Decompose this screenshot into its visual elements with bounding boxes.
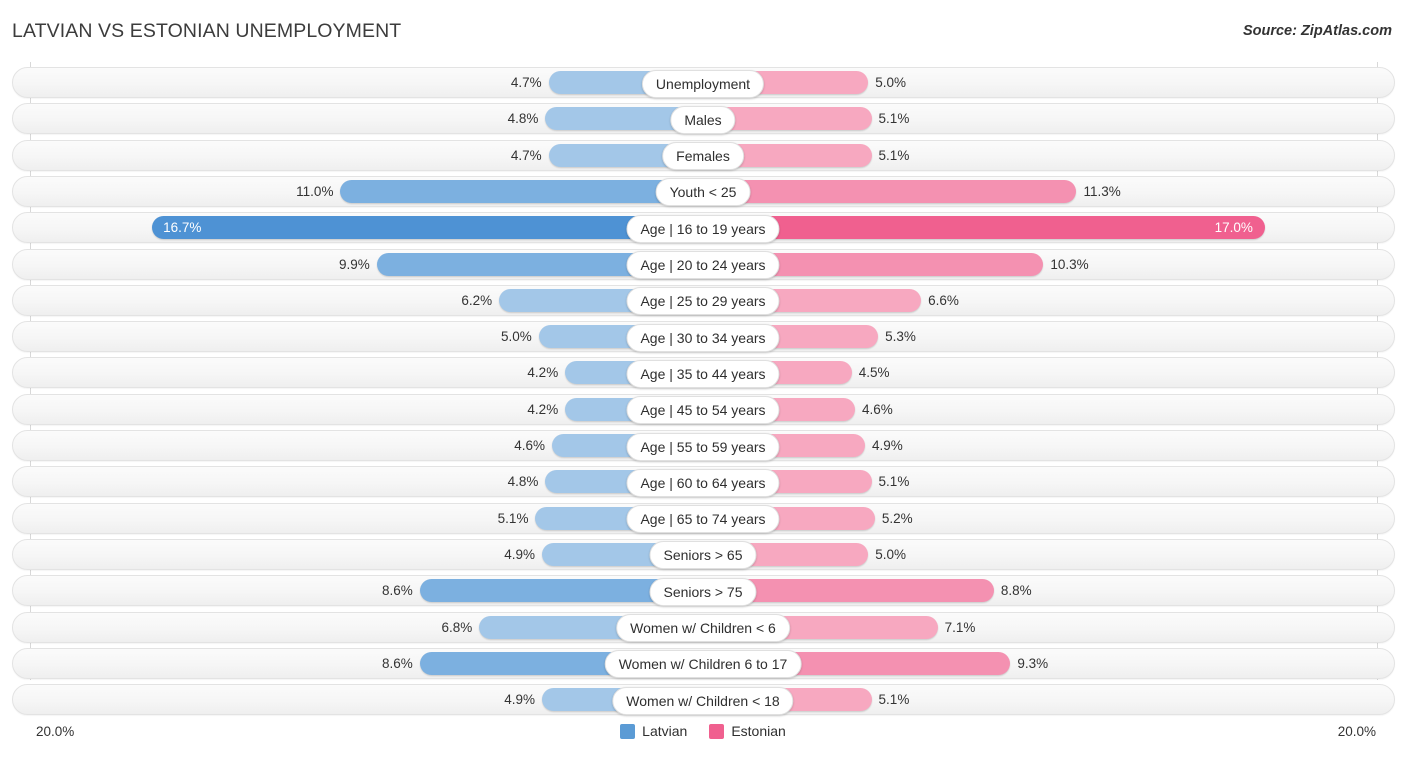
page-title: LATVIAN VS ESTONIAN UNEMPLOYMENT (12, 20, 402, 42)
chart-row: 6.2% 6.6% Age | 25 to 29 years (12, 284, 1395, 316)
row-label-pill: Age | 55 to 59 years (626, 432, 780, 461)
value-label-estonian: 9.3% (1017, 655, 1049, 671)
legend-swatch-estonian (709, 723, 725, 739)
row-label-pill: Women w/ Children 6 to 17 (604, 650, 802, 679)
value-label-latvian: 4.2% (527, 365, 559, 381)
chart-row: 4.2% 4.6% Age | 45 to 54 years (12, 393, 1395, 425)
value-label-estonian: 7.1% (944, 619, 976, 635)
value-label-latvian: 6.2% (461, 292, 493, 308)
bar-latvian (340, 179, 704, 203)
value-label-latvian: 8.6% (382, 655, 413, 671)
row-label-pill: Age | 20 to 24 years (626, 251, 780, 279)
chart-legend: Latvian Estonian (0, 723, 1406, 739)
chart-row: 4.8% 5.1% Males (12, 103, 1395, 135)
chart-row: 11.0% 11.3% Youth < 25 (12, 175, 1395, 207)
value-label-estonian: 5.1% (878, 147, 910, 163)
chart-row: 4.7% 5.0% Unemployment (12, 67, 1395, 98)
value-label-latvian: 4.7% (510, 75, 542, 90)
chart-header: LATVIAN VS ESTONIAN UNEMPLOYMENT Source:… (0, 0, 1406, 62)
row-label-pill: Unemployment (641, 69, 765, 98)
value-label-estonian: 5.1% (878, 474, 910, 490)
chart-row: 5.0% 5.3% Age | 30 to 34 years (12, 321, 1395, 353)
chart-plot-area: 4.7% 5.0% Unemployment 4.8% 5.1% Males 4.7% 5.1… (0, 62, 1406, 717)
row-label-pill: Seniors > 65 (649, 541, 757, 570)
value-label-estonian: 5.0% (875, 546, 907, 562)
value-label-estonian: 11.3% (1083, 183, 1121, 199)
chart-row: 4.2% 4.5% Age | 35 to 44 years (12, 357, 1395, 389)
value-label-latvian: 8.6% (382, 583, 413, 599)
row-label-pill: Age | 16 to 19 years (626, 214, 780, 243)
row-label-pill: Females (662, 142, 744, 171)
value-label-estonian: 5.3% (885, 329, 916, 345)
value-label-latvian: 5.0% (500, 329, 532, 345)
value-label-estonian: 4.9% (871, 438, 903, 453)
value-label-estonian: 5.1% (878, 692, 910, 708)
row-label-pill: Youth < 25 (655, 178, 751, 207)
chart-row: 8.6% 8.8% Seniors > 75 (12, 575, 1395, 607)
value-label-latvian: 4.7% (510, 147, 542, 163)
value-label-latvian: 5.1% (497, 510, 529, 526)
chart-row: 9.9% 10.3% Age | 20 to 24 years (12, 248, 1395, 280)
legend-swatch-latvian (620, 723, 636, 739)
value-label-latvian: 4.9% (504, 692, 536, 708)
chart-row: 4.9% 5.0% Seniors > 65 (12, 538, 1395, 570)
row-label-pill: Age | 45 to 54 years (626, 396, 780, 425)
chart-row: 4.7% 5.1% Females (12, 139, 1395, 171)
legend-item[interactable]: Latvian (620, 723, 687, 739)
row-label-pill: Age | 60 to 64 years (626, 468, 780, 497)
value-label-estonian: 5.2% (881, 510, 913, 526)
chart-row: 4.6% 4.9% Age | 55 to 59 years (12, 430, 1395, 461)
source-label: Source: ZipAtlas.com (1242, 23, 1392, 39)
bar-estonian (703, 179, 1077, 203)
chart-row: 5.1% 5.2% Age | 65 to 74 years (12, 502, 1395, 534)
legend-label: Estonian (731, 723, 786, 739)
value-label-estonian: 5.0% (875, 75, 907, 90)
value-label-latvian: 9.9% (339, 256, 370, 272)
row-label-pill: Women w/ Children < 18 (612, 686, 794, 715)
chart-footer: 20.0% 20.0% Latvian Estonian (0, 717, 1406, 757)
row-label-pill: Seniors > 75 (649, 577, 757, 606)
row-label-pill: Age | 35 to 44 years (626, 359, 780, 388)
legend-label: Latvian (642, 723, 688, 739)
value-label-estonian: 6.6% (928, 292, 959, 308)
row-label-pill: Males (670, 105, 736, 134)
value-label-latvian: 6.8% (441, 619, 473, 635)
value-label-latvian: 4.8% (507, 111, 539, 127)
value-label-estonian: 4.5% (858, 365, 890, 381)
chart-row: 8.6% 9.3% Women w/ Children 6 to 17 (12, 647, 1395, 679)
value-label-estonian: 8.8% (1000, 583, 1032, 599)
row-label-pill: Age | 25 to 29 years (626, 287, 780, 316)
chart-row: 16.7%17.0%Age | 16 to 19 years (12, 212, 1395, 244)
value-label-latvian: 11.0% (296, 183, 334, 199)
row-label-pill: Age | 65 to 74 years (626, 505, 780, 534)
value-label-estonian: 4.6% (862, 401, 893, 417)
legend-item[interactable]: Estonian (709, 723, 786, 739)
value-label-latvian: 4.8% (507, 474, 539, 490)
value-label-latvian: 4.6% (514, 438, 545, 453)
chart-row: 4.9% 5.1% Women w/ Children < 18 (12, 684, 1395, 716)
value-label-latvian: 4.9% (504, 546, 536, 562)
row-label-pill: Women w/ Children < 6 (616, 614, 790, 642)
chart-row: 4.8% 5.1% Age | 60 to 64 years (12, 466, 1395, 498)
value-label-estonian: 5.1% (878, 111, 910, 127)
value-label-latvian: 4.2% (527, 401, 559, 417)
row-label-pill: Age | 30 to 34 years (626, 323, 780, 352)
value-label-estonian: 10.3% (1050, 256, 1089, 272)
chart-row: 6.8% 7.1% Women w/ Children < 6 (12, 611, 1395, 643)
